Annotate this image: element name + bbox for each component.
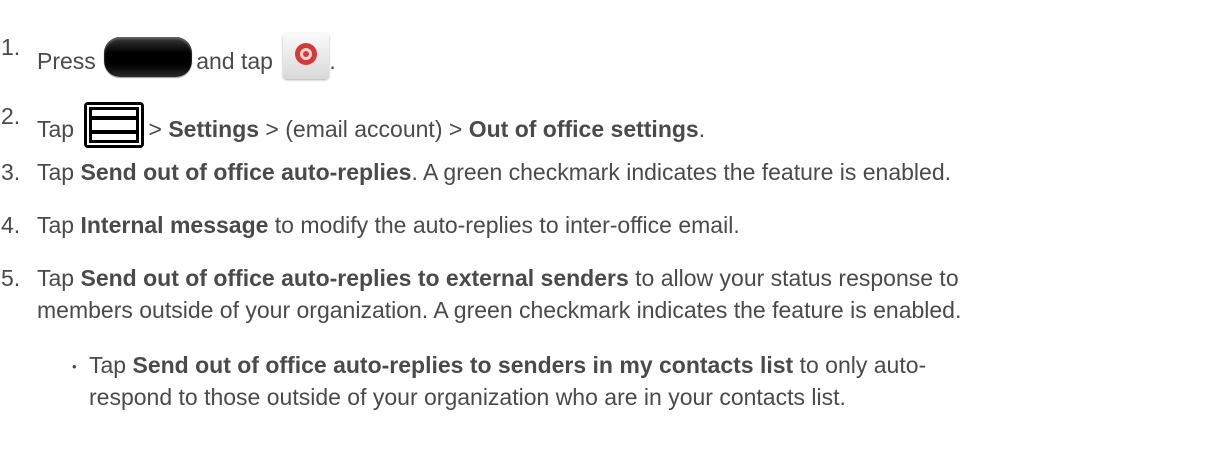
email-app-icon <box>283 33 330 79</box>
step-text: Press <box>37 48 96 74</box>
out-of-office-settings-label: Out of office settings <box>468 116 699 142</box>
step-number: 2. <box>1 103 21 129</box>
step-number: 5. <box>1 265 21 291</box>
step-number: 1. <box>1 34 21 60</box>
step-text: and tap <box>196 48 273 74</box>
bullet-icon: • <box>72 359 77 374</box>
step-text: > (email account) > <box>259 116 469 142</box>
send-auto-replies-label: Send out of office auto-replies <box>80 159 412 185</box>
home-key-icon <box>104 37 193 77</box>
internal-message-label: Internal message <box>80 212 269 238</box>
settings-label: Settings <box>168 116 260 142</box>
menu-key-icon <box>84 102 145 148</box>
step-text: > <box>148 116 169 142</box>
step-text: . <box>329 48 336 74</box>
step-text: Tap <box>37 116 75 142</box>
external-senders-label: Send out of office auto-replies to exter… <box>80 265 629 291</box>
step-number: 4. <box>1 212 21 238</box>
step-number: 3. <box>1 159 21 185</box>
contacts-list-label: Send out of office auto-replies to sende… <box>132 352 794 378</box>
